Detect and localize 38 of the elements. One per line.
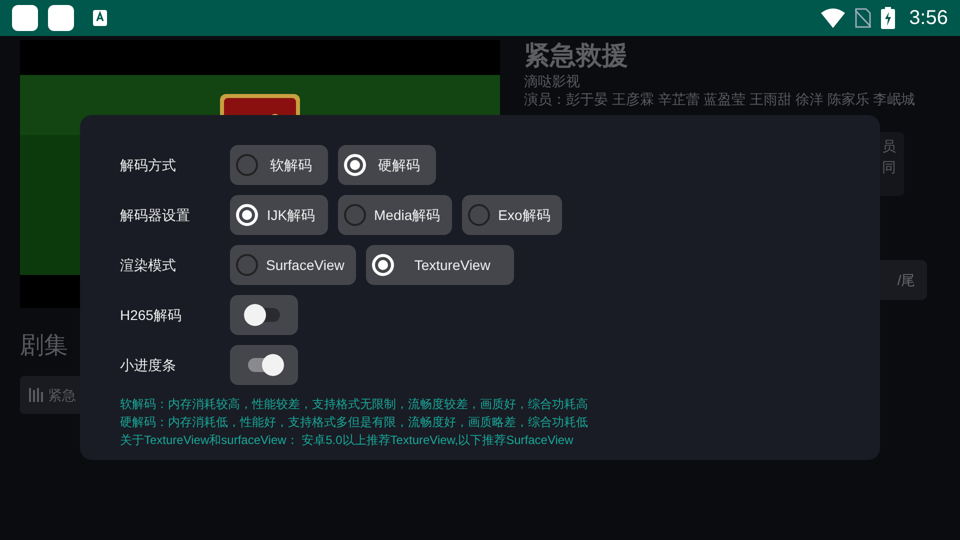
radio-option[interactable]: TextureView xyxy=(366,245,514,285)
radio-option[interactable]: 软解码 xyxy=(230,145,328,185)
radio-checked-icon xyxy=(344,154,366,176)
radio-option[interactable]: Exo解码 xyxy=(462,195,562,235)
app-icon xyxy=(12,5,38,31)
radio-option[interactable]: IJK解码 xyxy=(230,195,328,235)
setting-label: 小进度条 xyxy=(120,356,177,374)
keyboard-icon xyxy=(92,9,108,27)
setting-label: 渲染模式 xyxy=(120,256,177,274)
status-time: 3:56 xyxy=(909,6,948,31)
radio-unchecked-icon xyxy=(468,204,490,226)
bars-icon xyxy=(28,387,44,403)
toggle-switch[interactable] xyxy=(230,295,298,335)
radio-unchecked-icon xyxy=(344,204,366,226)
setting-label: H265解码 xyxy=(120,306,182,324)
source-name: 滴哒影视 xyxy=(524,72,581,90)
description-text: 同 xyxy=(882,158,896,177)
note-text: 软解码：内存消耗较高，性能较差，支持格式无限制，流畅度较差，画质好，综合功耗高 xyxy=(120,396,589,413)
movie-title: 紧急救援 xyxy=(524,40,629,70)
description-text: 员 xyxy=(882,137,896,156)
radio-checked-icon xyxy=(372,254,394,276)
note-text: 硬解码：内存消耗低，性能好，支持格式多但是有限，流畅度好，画质略差，综合功耗低 xyxy=(120,414,589,431)
cast-list: 演员：彭于晏 王彦霖 辛芷蕾 蓝盈莹 王雨甜 徐洋 陈家乐 李岷城 xyxy=(524,90,916,108)
radio-option[interactable]: 硬解码 xyxy=(338,145,436,185)
radio-unchecked-icon xyxy=(236,254,258,276)
setting-label: 解码方式 xyxy=(120,156,177,174)
radio-option[interactable]: Media解码 xyxy=(338,195,452,235)
note-text: 关于TextureView和surfaceView： 安卓5.0以上推荐TextureView,以下推荐SurfaceView xyxy=(120,432,574,449)
radio-unchecked-icon xyxy=(236,154,258,176)
section-title: 剧集 xyxy=(20,331,69,361)
no-sim-icon xyxy=(855,8,872,28)
wifi-icon xyxy=(821,8,846,28)
toggle-switch[interactable] xyxy=(230,345,298,385)
app-icon xyxy=(48,5,74,31)
battery-charging-icon xyxy=(881,7,896,29)
setting-label: 解码器设置 xyxy=(120,206,191,224)
radio-option[interactable]: SurfaceView xyxy=(230,245,356,285)
radio-checked-icon xyxy=(236,204,258,226)
